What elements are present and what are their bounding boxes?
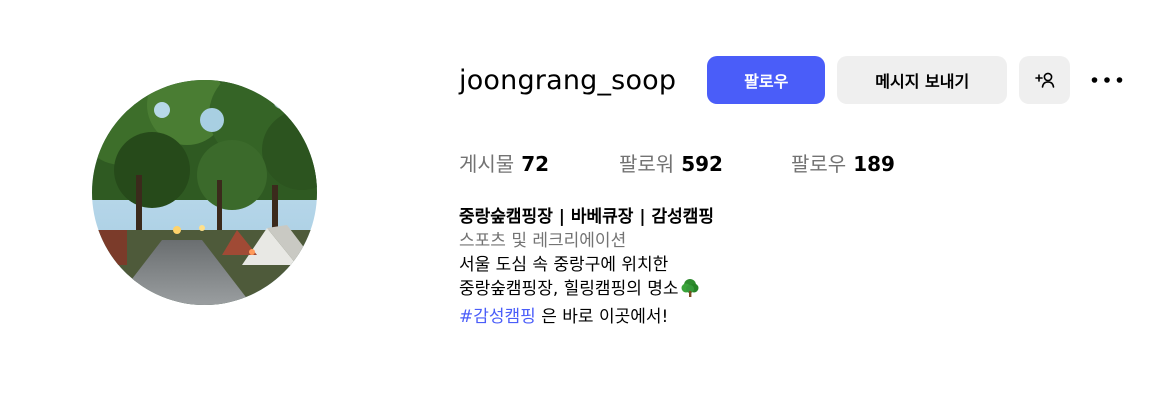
profile-bio: 중랑숲캠핑장 | 바베큐장 | 감성캠핑 스포츠 및 레크리에이션 서울 도심 … [459, 205, 1161, 329]
bio-line-2: 중랑숲캠핑장, 힐링캠핑의 명소 [459, 277, 1161, 305]
campsite-photo [92, 80, 317, 305]
following-label: 팔로우 [791, 151, 847, 176]
profile-header-row: joongrang_soop 팔로우 메시지 보내기 [459, 56, 1161, 104]
bio-line-2-text: 중랑숲캠핑장, 힐링캠핑의 명소 [459, 279, 679, 299]
add-user-button[interactable] [1019, 56, 1071, 104]
hashtag-link[interactable]: #감성캠핑 [459, 307, 536, 327]
profile-stats: 게시물 72 팔로워 592 팔로우 189 [459, 148, 1161, 177]
bio-line-3-text: 은 바로 이곳에서! [535, 307, 669, 327]
message-button[interactable]: 메시지 보내기 [837, 56, 1008, 104]
username: joongrang_soop [459, 64, 677, 96]
followers-stat[interactable]: 팔로워 592 [619, 148, 791, 177]
followers-count: 592 [681, 151, 723, 176]
following-count: 189 [853, 151, 895, 176]
bio-name: 중랑숲캠핑장 | 바베큐장 | 감성캠핑 [459, 207, 715, 227]
bio-line-1: 서울 도심 속 중랑구에 위치한 [459, 255, 669, 275]
more-options-button[interactable] [1089, 56, 1125, 104]
profile-page: joongrang_soop 팔로우 메시지 보내기 게시물 72 팔로워 59… [0, 0, 1161, 403]
posts-label: 게시물 [459, 151, 515, 176]
bio-line-3: #감성캠핑 은 바로 이곳에서! [459, 305, 1161, 329]
tree-icon [680, 278, 700, 305]
add-user-icon [1034, 72, 1055, 88]
posts-count: 72 [521, 151, 550, 176]
following-stat[interactable]: 팔로우 189 [791, 148, 895, 177]
followers-label: 팔로워 [619, 151, 675, 176]
bio-category: 스포츠 및 레크리에이션 [459, 231, 627, 251]
posts-stat: 게시물 72 [459, 148, 619, 177]
profile-info: joongrang_soop 팔로우 메시지 보내기 게시물 72 팔로워 59… [459, 56, 1161, 329]
profile-avatar[interactable] [92, 80, 317, 305]
more-options-icon [1091, 77, 1123, 83]
follow-button[interactable]: 팔로우 [707, 56, 826, 104]
